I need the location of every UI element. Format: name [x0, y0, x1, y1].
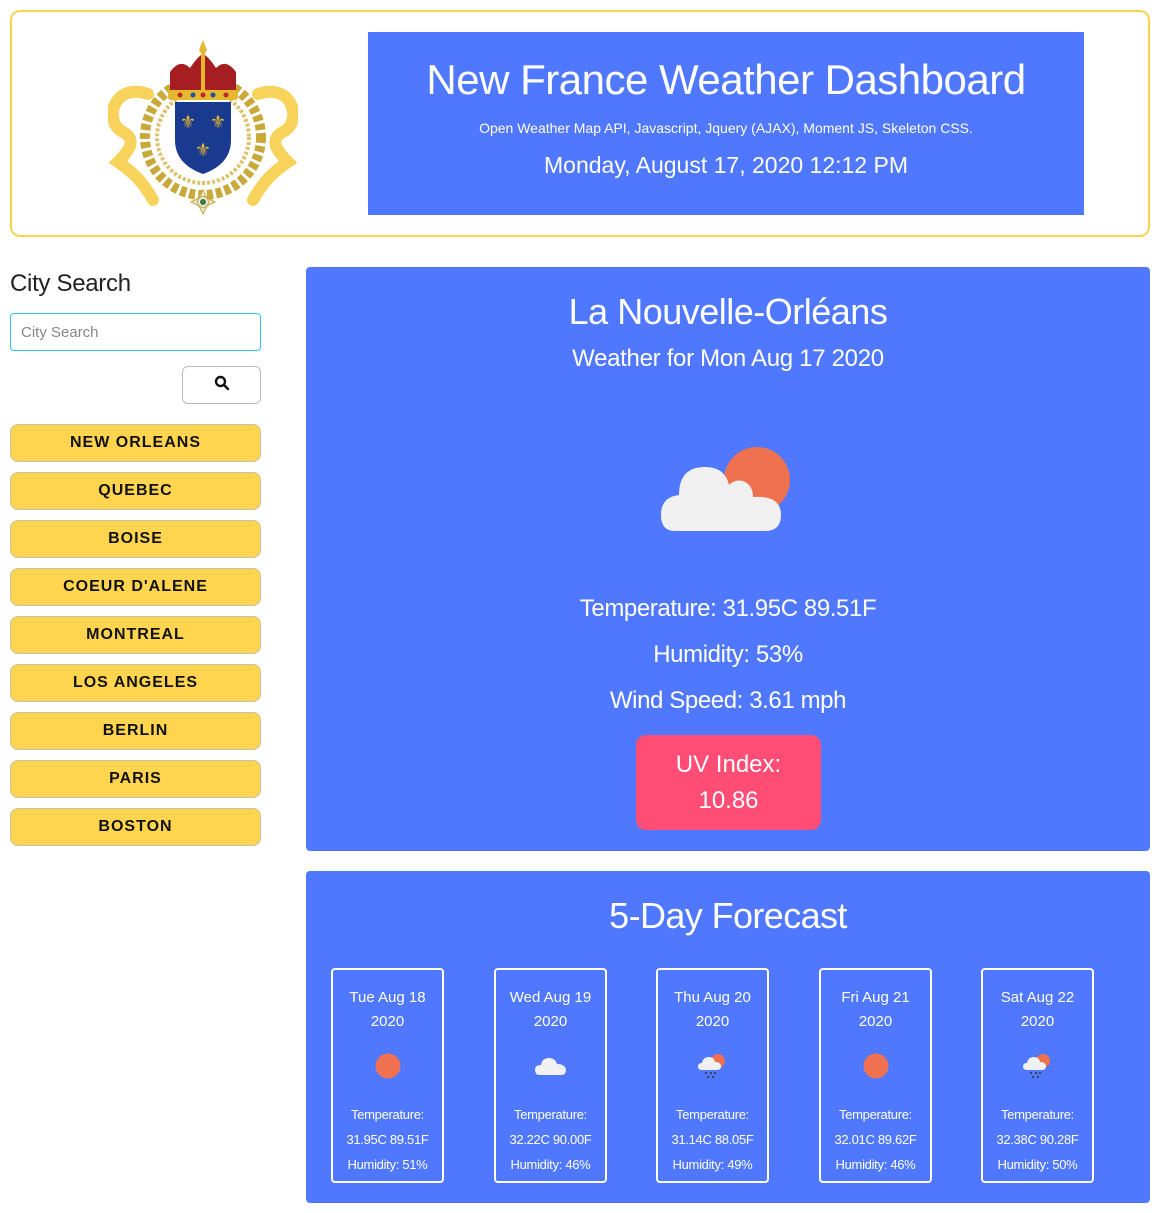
- city-button-los-angeles[interactable]: LOS ANGELES: [10, 664, 261, 702]
- forecast-humidity: Humidity: 51%: [347, 1157, 428, 1172]
- forecast-title: 5-Day Forecast: [609, 895, 847, 936]
- forecast-year: 2020: [370, 1013, 405, 1030]
- forecast-temp-label: Temperature:: [676, 1107, 749, 1122]
- header: ⚜ ⚜ ⚜ New France Weather Dashboard Open …: [10, 10, 1150, 237]
- uv-index-label: UV Index:: [675, 750, 782, 778]
- forecast-temp-label: Temperature:: [839, 1107, 912, 1122]
- city-button-berlin[interactable]: BERLIN: [10, 712, 261, 750]
- forecast-humidity: Humidity: 50%: [997, 1157, 1078, 1172]
- saved-city-list: NEW ORLEANS QUEBEC BOISE COEUR D'ALENE M…: [10, 424, 261, 856]
- forecast-temp: 32.38C 90.28F: [996, 1132, 1079, 1147]
- uv-index-value: 10.86: [698, 786, 759, 814]
- city-button-coeur-d-alene[interactable]: COEUR D'ALENE: [10, 568, 261, 606]
- app-subtitle: Open Weather Map API, Javascript, Jquery…: [479, 120, 973, 136]
- city-button-quebec[interactable]: QUEBEC: [10, 472, 261, 510]
- forecast-year: 2020: [858, 1013, 893, 1030]
- city-button-new-orleans[interactable]: NEW ORLEANS: [10, 424, 261, 462]
- forecast-date: Thu Aug 20: [674, 989, 751, 1006]
- forecast-date: Tue Aug 18: [349, 989, 426, 1006]
- cloud-icon: [496, 1050, 605, 1082]
- forecast-year: 2020: [1020, 1013, 1055, 1030]
- sun-icon: [821, 1050, 930, 1082]
- forecast-temp: 32.01C 89.62F: [834, 1132, 917, 1147]
- city-search-sidebar: City Search NEW ORLEANS QUEBEC BOISE COE…: [10, 270, 261, 846]
- current-datetime: Monday, August 17, 2020 12:12 PM: [544, 152, 908, 178]
- forecast-year: 2020: [695, 1013, 730, 1030]
- rain-sun-icon: [983, 1050, 1092, 1082]
- svg-text:⚜: ⚜: [210, 112, 226, 133]
- forecast-year: 2020: [533, 1013, 568, 1030]
- forecast-temp-label: Temperature:: [514, 1107, 587, 1122]
- forecast-card: Thu Aug 20 2020 Temperature: 31.14C 88.0…: [656, 968, 769, 1183]
- five-day-forecast-panel: 5-Day Forecast Tue Aug 18 2020 Temperatu…: [306, 871, 1150, 1203]
- sidebar-title: City Search: [10, 270, 131, 297]
- city-search-input[interactable]: [10, 313, 261, 351]
- title-banner: New France Weather Dashboard Open Weathe…: [368, 32, 1084, 215]
- forecast-card: Sat Aug 22 2020 Temperature: 32.38C 90.2…: [981, 968, 1094, 1183]
- current-weather-date: Weather for Mon Aug 17 2020: [572, 345, 884, 372]
- svg-text:⚜: ⚜: [195, 140, 211, 161]
- forecast-temp: 32.22C 90.00F: [509, 1132, 592, 1147]
- forecast-card: Tue Aug 18 2020 Temperature: 31.95C 89.5…: [331, 968, 444, 1183]
- forecast-humidity: Humidity: 49%: [672, 1157, 753, 1172]
- current-wind-speed: Wind Speed: 3.61 mph: [609, 687, 847, 714]
- forecast-temp-label: Temperature:: [351, 1107, 424, 1122]
- city-button-paris[interactable]: PARIS: [10, 760, 261, 798]
- city-button-boston[interactable]: BOSTON: [10, 808, 261, 846]
- city-button-montreal[interactable]: MONTREAL: [10, 616, 261, 654]
- search-icon: [214, 375, 230, 396]
- forecast-temp-label: Temperature:: [1001, 1107, 1074, 1122]
- forecast-date: Wed Aug 19: [509, 989, 592, 1006]
- forecast-temp: 31.95C 89.51F: [346, 1132, 429, 1147]
- rain-sun-icon: [658, 1050, 767, 1082]
- coat-of-arms-logo: ⚜ ⚜ ⚜: [106, 32, 300, 217]
- current-humidity: Humidity: 53%: [653, 641, 803, 668]
- forecast-temp: 31.14C 88.05F: [671, 1132, 754, 1147]
- forecast-card: Wed Aug 19 2020 Temperature: 32.22C 90.0…: [494, 968, 607, 1183]
- partly-cloudy-icon: [661, 445, 796, 535]
- search-button[interactable]: [182, 366, 261, 404]
- uv-index-badge: UV Index: 10.86: [636, 735, 821, 830]
- app-title: New France Weather Dashboard: [426, 56, 1026, 103]
- svg-text:⚜: ⚜: [180, 112, 196, 133]
- forecast-date: Fri Aug 21: [841, 989, 910, 1006]
- current-weather-panel: La Nouvelle-Orléans Weather for Mon Aug …: [306, 267, 1150, 851]
- forecast-humidity: Humidity: 46%: [510, 1157, 591, 1172]
- current-temperature: Temperature: 31.95C 89.51F: [579, 595, 877, 622]
- forecast-date: Sat Aug 22: [1000, 989, 1075, 1006]
- forecast-humidity: Humidity: 46%: [835, 1157, 916, 1172]
- forecast-card: Fri Aug 21 2020 Temperature: 32.01C 89.6…: [819, 968, 932, 1183]
- current-city-name: La Nouvelle-Orléans: [568, 291, 888, 332]
- city-button-boise[interactable]: BOISE: [10, 520, 261, 558]
- sun-icon: [333, 1050, 442, 1082]
